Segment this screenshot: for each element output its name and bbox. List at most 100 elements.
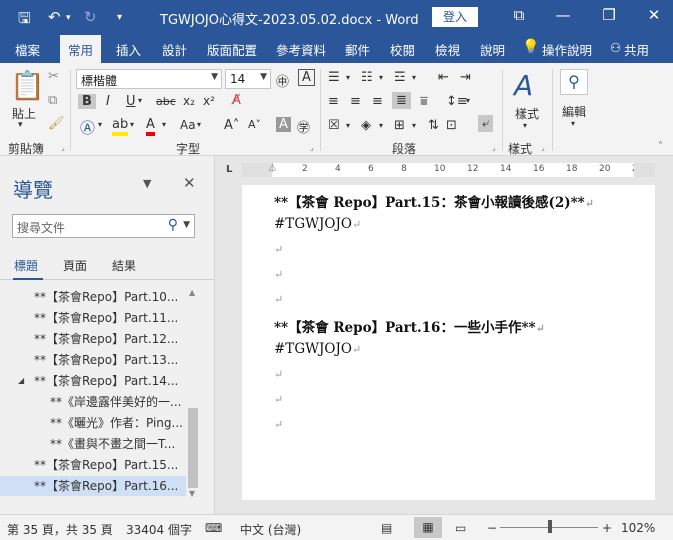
document-paragraph[interactable]: #TGWJOJO↵ bbox=[274, 216, 361, 232]
shading-icon[interactable]: ◈ bbox=[361, 118, 371, 133]
chinese-layout-dropdown-icon[interactable]: ▾ bbox=[346, 121, 350, 130]
nav-search-box[interactable]: 搜尋文件 ⚲ ▼ bbox=[12, 214, 195, 238]
restore-button[interactable]: ❐ bbox=[599, 6, 619, 24]
share-button[interactable]: 共用 bbox=[624, 40, 649, 59]
paragraph-launcher-icon[interactable]: ⌟ bbox=[492, 143, 496, 152]
zoom-slider-thumb[interactable] bbox=[547, 520, 552, 533]
subscript-button[interactable]: x₂ bbox=[183, 94, 195, 108]
clipboard-launcher-icon[interactable]: ⌟ bbox=[61, 143, 65, 152]
character-border-icon[interactable]: A bbox=[298, 69, 315, 86]
highlight-dropdown-icon[interactable]: ▾ bbox=[130, 120, 134, 129]
empty-paragraph[interactable]: ↵ bbox=[274, 266, 283, 282]
borders-icon[interactable]: ⊞ bbox=[394, 118, 405, 133]
tab-pages[interactable]: 頁面 bbox=[63, 257, 87, 274]
chinese-layout-icon[interactable]: ☒ bbox=[328, 118, 340, 133]
tab-view[interactable]: 檢視 bbox=[435, 40, 460, 59]
empty-paragraph[interactable]: ↵ bbox=[274, 241, 283, 257]
document-paragraph[interactable]: **【茶會 Repo】Part.15：茶會小報讀後感(2)**↵ bbox=[274, 191, 594, 211]
text-effects-dropdown-icon[interactable]: ▾ bbox=[98, 120, 102, 129]
page-count[interactable]: 第 35 頁，共 35 頁 bbox=[7, 521, 113, 538]
read-mode-icon[interactable]: ▤ bbox=[381, 521, 392, 535]
tab-headings[interactable]: 標題 bbox=[14, 257, 38, 274]
document-paragraph[interactable]: **【茶會 Repo】Part.16：一些小手作**↵ bbox=[274, 316, 545, 336]
tab-insert[interactable]: 插入 bbox=[116, 40, 141, 59]
clear-formatting-icon[interactable]: A̸ bbox=[232, 93, 241, 108]
font-color-icon[interactable]: A bbox=[146, 117, 155, 136]
increase-indent-icon[interactable]: ⇥ bbox=[460, 70, 471, 85]
line-spacing-icon[interactable]: ↕≡ bbox=[446, 94, 468, 109]
tab-selector-icon[interactable]: L bbox=[226, 164, 232, 175]
copy-icon[interactable]: ⧉ bbox=[48, 93, 57, 108]
document-paragraph[interactable]: #TGWJOJO↵ bbox=[274, 341, 361, 357]
sort-icon[interactable]: ⇅ bbox=[428, 118, 439, 133]
font-name-combo[interactable]: 標楷體 ▼ bbox=[76, 69, 222, 89]
superscript-button[interactable]: x² bbox=[203, 94, 215, 108]
nav-heading-item[interactable]: **《岸邊露伴美好的一... bbox=[0, 392, 186, 412]
grow-font-icon[interactable]: A˄ bbox=[224, 118, 239, 133]
indent-marker-icon[interactable]: ⏃ bbox=[268, 161, 277, 174]
show-formatting-marks-icon[interactable]: ⤶ bbox=[478, 115, 494, 132]
align-center-icon[interactable]: ≡ bbox=[350, 94, 361, 109]
nav-heading-item[interactable]: **【茶會Repo】Part.16... bbox=[0, 476, 186, 496]
italic-button[interactable]: I bbox=[106, 94, 110, 109]
nav-heading-item[interactable]: **《畫與不畫之間一T... bbox=[0, 434, 186, 454]
underline-button[interactable]: U bbox=[126, 94, 136, 109]
close-button[interactable]: ✕ bbox=[644, 6, 664, 24]
nav-heading-item[interactable]: **【茶會Repo】Part.10... bbox=[0, 287, 186, 307]
signin-button[interactable]: 登入 bbox=[432, 7, 478, 27]
close-pane-icon[interactable]: ✕ bbox=[183, 174, 196, 192]
phonetic-guide-icon[interactable]: ㊥ bbox=[276, 71, 289, 90]
web-layout-icon[interactable]: ▭ bbox=[455, 521, 466, 535]
nav-heading-item[interactable]: **《曬光》作者：Ping... bbox=[0, 413, 186, 433]
scroll-down-icon[interactable]: ▼ bbox=[189, 489, 195, 498]
bold-button[interactable]: B bbox=[78, 94, 96, 109]
numbering-dropdown-icon[interactable]: ▾ bbox=[379, 73, 383, 82]
undo-icon[interactable]: ↶ bbox=[48, 8, 61, 26]
asian-typography-icon[interactable]: ⊡ bbox=[446, 118, 457, 133]
bullets-icon[interactable]: ☰ bbox=[328, 70, 340, 85]
tab-design[interactable]: 設計 bbox=[162, 40, 187, 59]
align-right-icon[interactable]: ≡ bbox=[372, 94, 383, 109]
scroll-up-icon[interactable]: ▲ bbox=[189, 288, 195, 297]
numbering-icon[interactable]: ☷ bbox=[361, 70, 373, 85]
empty-paragraph[interactable]: ↵ bbox=[274, 291, 283, 307]
search-input[interactable]: 搜尋文件 bbox=[17, 221, 65, 235]
share-icon[interactable]: ⚇ bbox=[610, 40, 621, 55]
line-spacing-dropdown-icon[interactable]: ▾ bbox=[466, 96, 470, 105]
decrease-indent-icon[interactable]: ⇤ bbox=[438, 70, 449, 85]
text-effects-icon[interactable]: Ⓐ bbox=[80, 117, 95, 138]
tab-mailings[interactable]: 郵件 bbox=[345, 40, 370, 59]
editing-button[interactable]: 編輯 bbox=[562, 103, 586, 120]
nav-heading-item[interactable]: **【茶會Repo】Part.11... bbox=[0, 308, 186, 328]
tab-file[interactable]: 檔案 bbox=[15, 40, 40, 59]
minimize-button[interactable]: — bbox=[553, 6, 573, 24]
multilevel-dropdown-icon[interactable]: ▾ bbox=[412, 73, 416, 82]
underline-dropdown-icon[interactable]: ▾ bbox=[138, 96, 142, 105]
tab-help[interactable]: 說明 bbox=[480, 40, 505, 59]
styles-dropdown-icon[interactable]: ▾ bbox=[523, 121, 527, 130]
editing-dropdown-icon[interactable]: ▾ bbox=[571, 119, 575, 128]
tab-references[interactable]: 參考資料 bbox=[276, 40, 326, 59]
borders-dropdown-icon[interactable]: ▾ bbox=[412, 121, 416, 130]
search-dropdown-icon[interactable]: ▼ bbox=[183, 220, 190, 230]
zoom-out-icon[interactable]: − bbox=[487, 521, 497, 535]
zoom-in-icon[interactable]: + bbox=[602, 521, 612, 535]
align-left-icon[interactable]: ≡ bbox=[328, 94, 339, 109]
styles-launcher-icon[interactable]: ⌟ bbox=[541, 143, 545, 152]
collapse-ribbon-icon[interactable]: ˄ bbox=[658, 141, 663, 152]
print-layout-icon[interactable]: ▦ bbox=[414, 517, 442, 538]
empty-paragraph[interactable]: ↵ bbox=[274, 416, 283, 432]
paste-button[interactable]: 貼上 bbox=[12, 105, 36, 122]
nav-options-icon[interactable]: ▼ bbox=[143, 177, 151, 190]
font-size-combo[interactable]: 14 ▼ bbox=[225, 69, 271, 89]
clipboard-icon[interactable]: 📋 bbox=[10, 69, 45, 102]
search-icon[interactable]: ⚲ bbox=[560, 69, 588, 95]
shrink-font-icon[interactable]: A˅ bbox=[248, 118, 261, 131]
save-icon[interactable]: 🖫 bbox=[18, 8, 31, 33]
format-painter-icon[interactable]: 🖌 bbox=[48, 116, 65, 131]
undo-dropdown-icon[interactable]: ▾ bbox=[66, 13, 71, 23]
bullets-dropdown-icon[interactable]: ▾ bbox=[346, 73, 350, 82]
highlight-icon[interactable]: ab bbox=[112, 117, 129, 136]
tab-layout[interactable]: 版面配置 bbox=[207, 40, 257, 59]
nav-heading-item[interactable]: ◢ **【茶會Repo】Part.14... bbox=[0, 371, 186, 391]
